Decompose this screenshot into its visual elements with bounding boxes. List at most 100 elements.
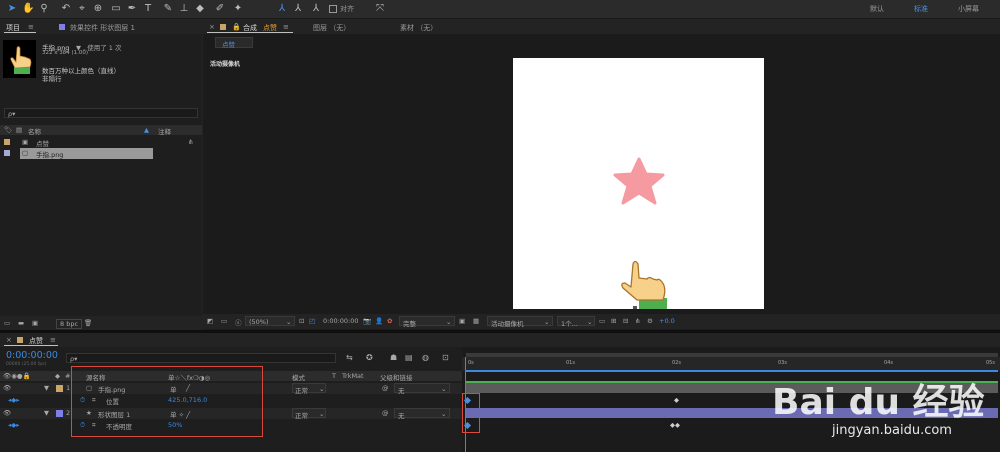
twirl-open-icon[interactable]: ▼: [44, 384, 49, 392]
col-mode[interactable]: 模式: [292, 372, 305, 382]
hand-pointer-layer[interactable]: [617, 258, 669, 309]
fit-icon[interactable]: ⊡: [299, 317, 304, 325]
shy-icon[interactable]: ☗: [390, 353, 397, 362]
comp-breadcrumb[interactable]: 点赞: [215, 37, 253, 49]
annotation-box: [71, 366, 263, 437]
transparency-grid-icon[interactable]: ▦: [473, 317, 479, 325]
panel-menu-icon[interactable]: ≡: [283, 23, 289, 31]
keyframe-nav-icon[interactable]: ◂◆▸: [8, 421, 20, 429]
close-icon[interactable]: ×: [209, 23, 215, 31]
timeline-graph[interactable]: 0s 01s 02s 03s 04s 05s ◆ ◆◆ Bai du 经验 ji…: [462, 347, 1000, 452]
resolution-dropdown[interactable]: 完整 ⌄: [399, 316, 455, 328]
hand-pointer-icon: [10, 46, 32, 74]
snap-options-icon[interactable]: ⤧: [374, 3, 386, 15]
col-trkmat[interactable]: TrkMat: [342, 372, 364, 380]
toggle-pixel-aspect-icon[interactable]: ▭: [599, 317, 605, 325]
timeline-search-input[interactable]: ρ▾: [66, 353, 336, 363]
bpc-button[interactable]: 8 bpc: [56, 319, 83, 329]
snapshot-icon[interactable]: 📷: [363, 317, 371, 325]
new-folder-icon[interactable]: ▬: [18, 319, 24, 327]
title-safe-icon[interactable]: ◰: [309, 317, 315, 325]
world-axis-icon[interactable]: ⅄: [292, 3, 304, 15]
eraser-tool-icon[interactable]: ◆: [194, 3, 206, 15]
col-t[interactable]: T: [332, 372, 336, 380]
col-comment[interactable]: 注释: [158, 126, 171, 136]
region-icon[interactable]: ◩: [207, 317, 213, 325]
fast-preview-icon[interactable]: ⊞: [611, 317, 616, 325]
parent-dropdown[interactable]: 无 ⌄: [394, 408, 450, 420]
exposure-value[interactable]: +0.0: [659, 317, 675, 325]
rectangle-tool-icon[interactable]: ▭: [110, 3, 122, 15]
roto-brush-tool-icon[interactable]: ✐: [214, 3, 226, 15]
puppet-tool-icon[interactable]: ✦: [232, 3, 244, 15]
pickwhip-icon[interactable]: @: [382, 384, 389, 392]
trash-icon[interactable]: 🗑: [84, 319, 92, 327]
zoom-dropdown[interactable]: (50%) ⌄: [245, 316, 295, 326]
view-axis-icon[interactable]: ⅄: [310, 3, 322, 15]
eye-icon[interactable]: 👁: [3, 409, 11, 417]
comp-canvas[interactable]: [513, 58, 764, 309]
monitor-icon[interactable]: ▭: [221, 317, 227, 325]
motion-blur-icon[interactable]: ◍: [422, 353, 429, 362]
local-axis-icon[interactable]: ⅄: [276, 3, 288, 15]
mode-dropdown[interactable]: 正常 ⌄: [292, 383, 326, 395]
workspace-standard[interactable]: 标准: [914, 4, 928, 14]
rotate-tool-icon[interactable]: ↶: [60, 3, 72, 15]
layer-label-color[interactable]: [56, 385, 63, 392]
current-time[interactable]: 0:00:00:00: [6, 350, 58, 361]
project-search-input[interactable]: ρ▾: [4, 108, 198, 118]
layer-number: 2: [66, 409, 71, 417]
panel-menu-icon[interactable]: ≡: [28, 23, 34, 31]
pen-tool-icon[interactable]: ✒: [126, 3, 138, 15]
project-item[interactable]: ▢ 手指.png: [0, 148, 202, 159]
workspace-default[interactable]: 默认: [870, 4, 884, 14]
tab-effect-controls[interactable]: 效果控件 形状图层 1: [70, 23, 135, 33]
new-composition-icon[interactable]: ▣: [32, 319, 38, 327]
pan-behind-tool-icon[interactable]: ⊕: [92, 3, 104, 15]
col-parent[interactable]: 父级和链接: [380, 372, 413, 382]
hand-tool-icon[interactable]: ✋: [22, 3, 34, 15]
zoom-tool-icon[interactable]: ⚲: [38, 3, 50, 15]
mode-dropdown[interactable]: 正常 ⌄: [292, 408, 326, 420]
col-name[interactable]: 名称: [28, 126, 41, 136]
keyframe-nav-icon[interactable]: ◂◆▸: [8, 396, 20, 404]
tab-layer[interactable]: 图层 （无）: [313, 23, 350, 33]
twirl-open-icon[interactable]: ▼: [44, 409, 49, 417]
viewer-timecode[interactable]: 0:00:00:00: [323, 317, 359, 325]
interpret-footage-icon[interactable]: ▭: [4, 319, 10, 327]
audio-icon[interactable]: ⓢ: [235, 317, 242, 327]
graph-editor-icon[interactable]: ⊡: [442, 353, 449, 362]
panel-menu-icon[interactable]: ≡: [50, 336, 56, 344]
selection-tool-icon[interactable]: ➤: [6, 3, 18, 15]
camera-view-dropdown[interactable]: 活动摄像机 ⌄: [487, 316, 553, 328]
sort-icon[interactable]: ▲: [144, 126, 149, 134]
pickwhip-icon[interactable]: @: [382, 409, 389, 417]
tab-footage[interactable]: 素材 （无）: [400, 23, 437, 33]
camera-tool-icon[interactable]: ⌖: [76, 3, 88, 15]
snap-checkbox[interactable]: [329, 5, 337, 13]
brush-tool-icon[interactable]: ✎: [162, 3, 174, 15]
keyframe[interactable]: ◆◆: [670, 421, 680, 429]
parent-dropdown[interactable]: 无 ⌄: [394, 383, 450, 395]
comp-mini-flowchart-icon[interactable]: ⇆: [346, 353, 353, 362]
draft-3d-icon[interactable]: ✪: [366, 353, 373, 362]
flowchart-icon[interactable]: ⋔: [635, 317, 640, 325]
reset-exposure-icon[interactable]: ⚙: [647, 317, 653, 325]
show-snapshot-icon[interactable]: 👤: [375, 317, 383, 325]
layer-label-color[interactable]: [56, 410, 63, 417]
clone-stamp-tool-icon[interactable]: ⊥: [178, 3, 190, 15]
type-tool-icon[interactable]: T: [142, 3, 154, 15]
keyframe[interactable]: ◆: [674, 396, 679, 404]
project-item[interactable]: ▣ 点赞 ⋔: [0, 137, 202, 148]
color-channel-icon[interactable]: ✿: [387, 317, 392, 325]
roi-icon[interactable]: ▣: [459, 317, 465, 325]
star-shape[interactable]: [612, 157, 666, 205]
lock-icon[interactable]: 🔒: [232, 23, 241, 31]
frame-blend-icon[interactable]: ▤: [405, 353, 413, 362]
workspace-small-screen[interactable]: 小屏幕: [958, 4, 979, 14]
view-layout-dropdown[interactable]: 1个... ⌄: [557, 316, 595, 328]
search-icon: ρ▾: [70, 355, 78, 363]
close-icon[interactable]: ×: [6, 336, 12, 344]
eye-icon[interactable]: 👁: [3, 384, 11, 392]
timeline-icon[interactable]: ⊟: [623, 317, 628, 325]
